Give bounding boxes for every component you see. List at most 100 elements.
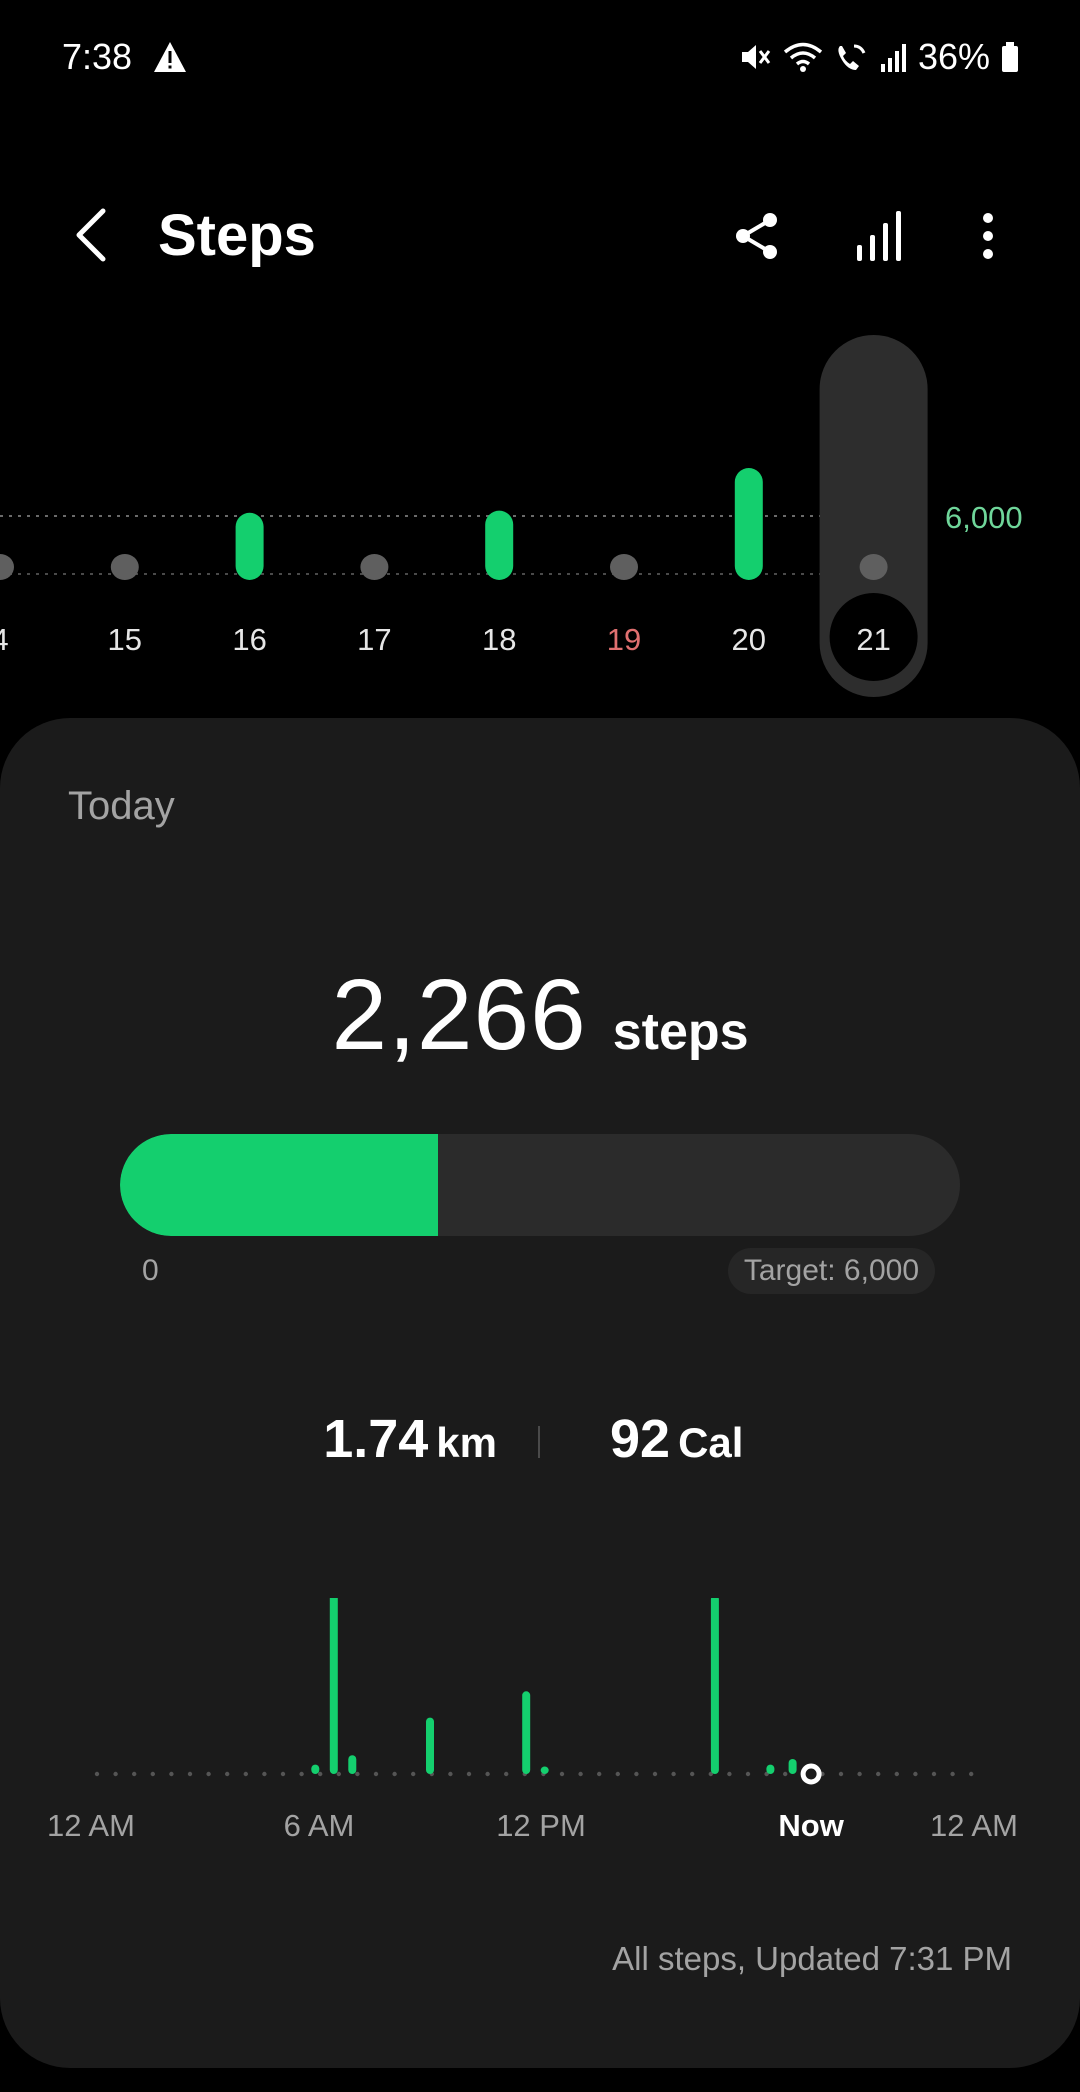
app-header: Steps	[0, 190, 1080, 280]
hourly-bar	[329, 1586, 338, 1774]
week-bar-16[interactable]	[235, 512, 264, 580]
hourly-bar	[710, 1595, 719, 1774]
week-day-label-17[interactable]: 17	[357, 622, 391, 657]
x-tick-label: 6 AM	[284, 1808, 355, 1843]
baseline-dot	[466, 1771, 472, 1777]
baseline-dot	[336, 1771, 341, 1777]
steps-progress-fill	[120, 1134, 438, 1236]
baseline-dot	[132, 1771, 137, 1777]
week-day-label-19[interactable]: 19	[607, 622, 641, 657]
last-updated-text: All steps, Updated 7:31 PM	[612, 1940, 1012, 1977]
week-day-label-21[interactable]: 21	[856, 622, 890, 657]
baseline-dot	[262, 1771, 267, 1777]
baseline-dot	[783, 1771, 788, 1777]
week-bar-17[interactable]	[360, 554, 389, 580]
bar-chart-icon	[857, 211, 901, 261]
baseline-dot	[578, 1771, 583, 1777]
baseline-dot	[597, 1771, 602, 1777]
today-card: Today 2,266 steps 0 Target: 6,000 1.74 km …	[0, 718, 1080, 2068]
status-icons: 36%	[738, 36, 1020, 78]
x-tick-label: Now	[778, 1808, 844, 1843]
baseline-dot	[206, 1771, 211, 1777]
baseline-dot	[876, 1771, 881, 1777]
back-icon	[76, 208, 106, 262]
steps-unit: steps	[612, 1003, 749, 1061]
hourly-bar	[522, 1691, 531, 1774]
week-bar-21[interactable]	[859, 554, 888, 580]
weekly-steps-chart: 4 15 16 17 18 19 20 21 6,000	[0, 330, 1080, 700]
baseline-dot	[355, 1771, 360, 1777]
stats-row: 1.74 km 92 Cal	[0, 1408, 1080, 1488]
distance-unit: km	[436, 1419, 497, 1466]
hourly-bar	[311, 1764, 320, 1774]
share-icon	[736, 213, 777, 259]
wifi-icon	[783, 42, 823, 72]
week-bar-18[interactable]	[485, 510, 514, 580]
week-bar-20[interactable]	[734, 468, 763, 580]
hourly-bar	[766, 1764, 775, 1774]
week-day-label-15[interactable]: 15	[108, 622, 142, 657]
target-badge: Target: 6,000	[727, 1248, 935, 1294]
calories-unit: Cal	[678, 1419, 744, 1466]
baseline-dot	[652, 1771, 658, 1777]
steps-count: 2,266	[331, 959, 587, 1071]
more-icon	[983, 213, 993, 259]
baseline-dot	[280, 1771, 286, 1777]
page-title: Steps	[158, 203, 316, 268]
weekly-bars-svg: 4 15 16 17 18 19 20 21	[0, 335, 928, 697]
steps-summary: 2,266 steps	[0, 958, 1080, 1073]
now-marker	[800, 1763, 822, 1785]
distance-stat: 1.74 km	[323, 1408, 497, 1470]
baseline-dot	[150, 1771, 155, 1777]
hourly-steps-chart: 12 AM 6 AM 12 PM Now 12 AM	[0, 1586, 1080, 1898]
baseline-dot	[913, 1771, 918, 1777]
week-day-label-16[interactable]: 16	[232, 622, 266, 657]
x-tick-label: 12 AM	[47, 1808, 135, 1843]
hourly-bar	[788, 1758, 797, 1774]
baseline-dot	[950, 1771, 955, 1777]
baseline-dot	[559, 1771, 565, 1777]
baseline-dot	[169, 1771, 174, 1777]
x-tick-label: 12 PM	[496, 1808, 586, 1843]
stats-divider	[538, 1426, 540, 1458]
baseline-dot	[299, 1771, 304, 1777]
back-button[interactable]	[60, 204, 120, 266]
trends-button[interactable]	[848, 204, 912, 268]
signal-icon	[880, 44, 906, 72]
wifi-call-icon	[838, 44, 866, 70]
battery-icon	[1002, 42, 1018, 72]
week-bar-15[interactable]	[110, 554, 139, 580]
baseline-dot	[504, 1771, 509, 1777]
mute-icon	[741, 45, 771, 69]
baseline-dot	[411, 1771, 416, 1777]
baseline-dot	[448, 1771, 453, 1777]
baseline-dot	[392, 1771, 397, 1777]
warning-icon	[154, 42, 186, 72]
hourly-bars-svg: 12 AM 6 AM 12 PM Now 12 AM	[47, 1586, 1018, 1843]
hourly-bar	[426, 1717, 434, 1774]
more-options-button[interactable]	[956, 204, 1020, 268]
baseline-dot	[243, 1771, 248, 1777]
baseline-dot	[838, 1771, 844, 1777]
week-day-label-20[interactable]: 20	[732, 622, 766, 657]
share-button[interactable]	[725, 204, 789, 268]
goal-line-label: 6,000	[945, 500, 1023, 535]
week-bar-4[interactable]	[0, 554, 14, 580]
week-bar-19[interactable]	[610, 554, 638, 580]
progress-min-label: 0	[142, 1254, 159, 1287]
baseline-dot	[931, 1771, 937, 1777]
baseline-dot	[225, 1771, 230, 1777]
baseline-dot	[373, 1771, 379, 1777]
week-day-label-4[interactable]: 4	[0, 622, 9, 657]
baseline-dot	[634, 1771, 639, 1777]
steps-progress-bar	[120, 1134, 960, 1236]
baseline-dot	[94, 1771, 100, 1777]
baseline-dot	[615, 1771, 620, 1777]
calories-value: 92	[610, 1409, 671, 1469]
x-tick-label: 12 AM	[930, 1808, 1018, 1843]
battery-percent: 36%	[917, 36, 990, 77]
baseline-dot	[857, 1771, 862, 1777]
today-label: Today	[68, 784, 175, 828]
hourly-bar	[540, 1766, 549, 1774]
week-day-label-18[interactable]: 18	[482, 622, 516, 657]
